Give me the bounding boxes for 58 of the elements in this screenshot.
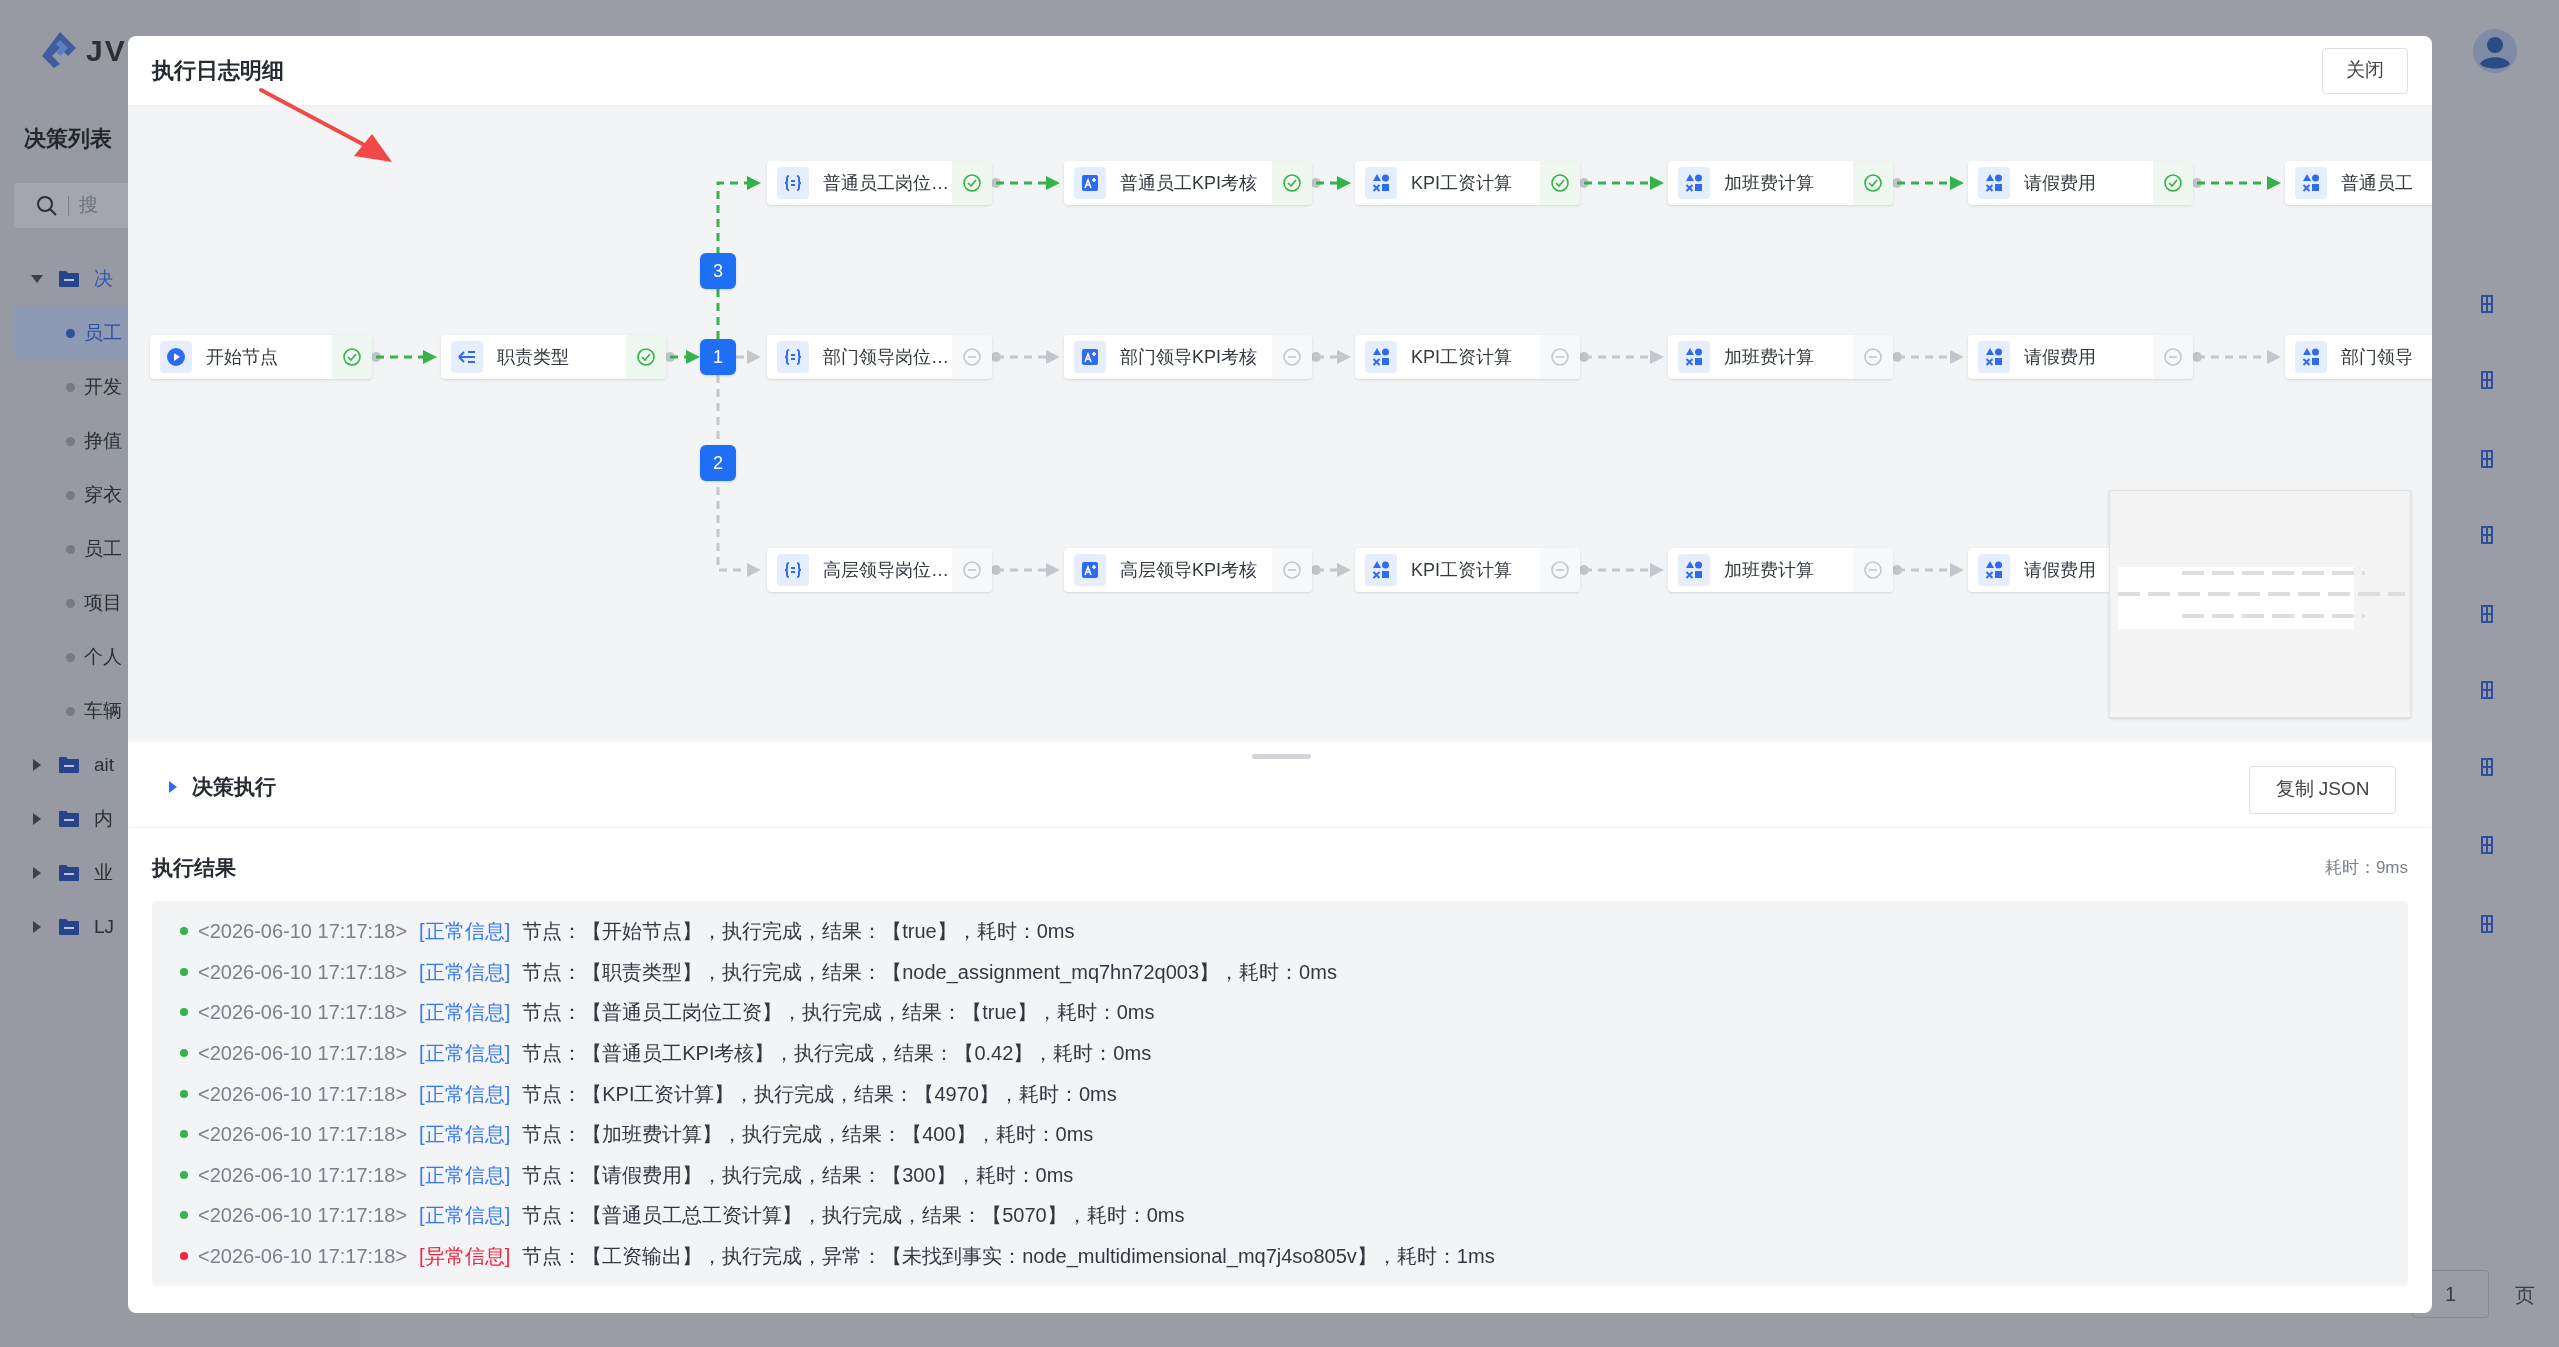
log-tag: [异常信息] — [419, 1240, 511, 1271]
log-tag: [正常信息] — [419, 956, 511, 987]
log-time: <2026-06-10 17:17:18> — [198, 1081, 408, 1107]
log-tag: [正常信息] — [419, 916, 511, 947]
dialog-title: 执行日志明细 — [152, 57, 284, 85]
page-suffix: 页 — [2515, 1283, 2535, 1308]
log-time: <2026-06-10 17:17:18> — [198, 1162, 408, 1188]
folder-label: 决 — [94, 266, 113, 291]
result-title: 执行结果 — [152, 854, 236, 881]
log-tag: [正常信息] — [419, 1119, 511, 1150]
node-label: 职责类型 — [497, 345, 570, 369]
node-label: 加班费计算 — [1724, 558, 1815, 582]
node-label: 开始节点 — [206, 345, 279, 369]
log-time: <2026-06-10 17:17:18> — [198, 1203, 408, 1229]
log-time: <2026-06-10 17:17:18> — [198, 1000, 408, 1026]
log-time: <2026-06-10 17:17:18> — [198, 919, 408, 945]
log-time: <2026-06-10 17:17:18> — [198, 959, 408, 985]
log-message: 节点：【请假费用】，执行完成，结果：【300】，耗时：0ms — [522, 1162, 1074, 1188]
log-message: 节点：【KPI工资计算】，执行完成，结果：【4970】，耗时：0ms — [522, 1081, 1117, 1107]
folder-label: ait — [94, 752, 115, 777]
log-message: 节点：【普通员工KPI考核】，执行完成，结果：【0.42】，耗时：0ms — [522, 1040, 1152, 1066]
log-message: 节点：【普通员工岗位工资】，执行完成，结果：【true】，耗时：0ms — [522, 1000, 1155, 1026]
node-label: KPI工资计算 — [1411, 171, 1513, 195]
node-label: 请假费用 — [2024, 171, 2097, 195]
folder-label: LJ — [94, 914, 115, 939]
folder-label: 业 — [94, 860, 113, 885]
log-message: 节点：【职责类型】，执行完成，结果：【node_assignment_mq7hn72q003】，耗时：0ms — [522, 959, 1337, 986]
log-message: 节点：【普通员工总工资计算】，执行完成，结果：【5070】，耗时：0ms — [522, 1203, 1185, 1229]
node-label: 加班费计算 — [1724, 345, 1815, 369]
log-tag: [正常信息] — [419, 1078, 511, 1109]
log-message: 节点：【开始节点】，执行完成，结果：【true】，耗时：0ms — [522, 919, 1075, 945]
logo-text: JV — [86, 32, 127, 69]
log-message: 节点：【工资输出】，执行完成，异常：【未找到事实：node_multidimensional_mq7j4so805v】，耗时：1ms — [522, 1243, 1495, 1270]
node-label: KPI工资计算 — [1411, 558, 1513, 582]
elapsed-time: 耗时：9ms — [2324, 856, 2408, 879]
node-label: 请假费用 — [2024, 558, 2097, 582]
log-tag: [正常信息] — [419, 997, 511, 1028]
log-tag: [正常信息] — [419, 1200, 511, 1231]
folder-label: 内 — [94, 806, 113, 831]
sidebar-title: 决策列表 — [24, 126, 112, 151]
log-time: <2026-06-10 17:17:18> — [198, 1243, 408, 1269]
node-label: 部门领导岗位… — [823, 345, 950, 369]
node-label: 加班费计算 — [1724, 171, 1815, 195]
log-tag: [正常信息] — [419, 1037, 511, 1068]
node-label: KPI工资计算 — [1411, 345, 1513, 369]
node-label: 请假费用 — [2024, 345, 2097, 369]
log-tag: [正常信息] — [419, 1159, 511, 1190]
node-label: 普通员工岗位… — [823, 171, 950, 195]
log-time: <2026-06-10 17:17:18> — [198, 1122, 408, 1148]
node-label: 部门领导 — [2341, 345, 2414, 369]
node-label: 普通员工KPI考核 — [1120, 171, 1258, 195]
node-label: 部门领导KPI考核 — [1120, 345, 1258, 369]
node-label: 普通员工 — [2341, 171, 2414, 195]
node-label: 高层领导KPI考核 — [1120, 558, 1258, 582]
log-time: <2026-06-10 17:17:18> — [198, 1040, 408, 1066]
section-title: 决策执行 — [192, 773, 276, 800]
log-message: 节点：【加班费计算】，执行完成，结果：【400】，耗时：0ms — [522, 1122, 1094, 1148]
node-label: 高层领导岗位… — [823, 558, 950, 582]
